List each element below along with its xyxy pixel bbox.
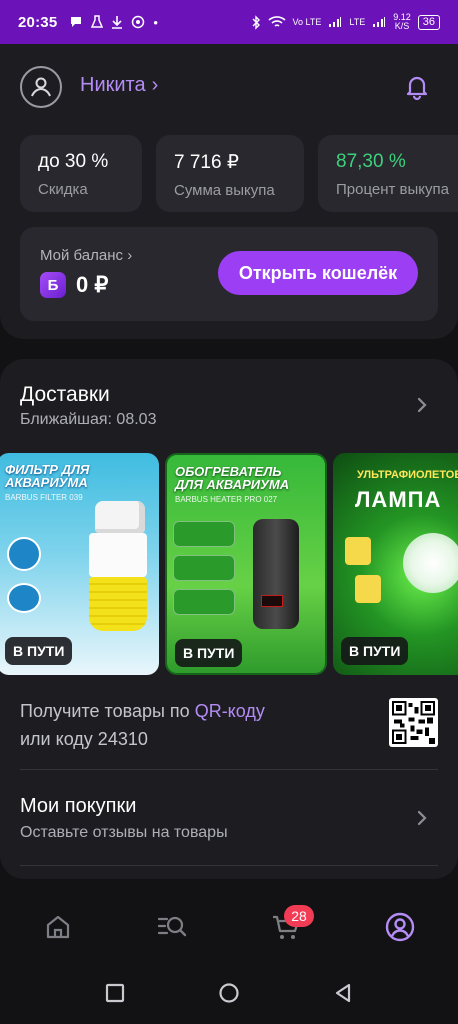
avatar[interactable] <box>20 66 62 108</box>
lamp-badge-image <box>345 537 371 565</box>
notification-icons: • <box>69 15 158 30</box>
product-subtitle: BARBUS HEATER PRO 027 <box>175 495 278 504</box>
product-title: ОБОГРЕВАТЕЛЬ ДЛЯ АКВАРИУМА <box>175 465 289 491</box>
chat-icon <box>71 17 82 27</box>
open-wallet-button[interactable]: Открыть кошелёк <box>218 251 418 295</box>
status-badge: В ПУТИ <box>175 639 243 667</box>
recents-icon[interactable] <box>104 982 126 1004</box>
stat-label: Сумма выкупа <box>174 182 275 199</box>
lte-label: LTE <box>349 16 366 27</box>
purchase-percent-stat[interactable]: 87,30 % Процент выкупа <box>318 135 458 212</box>
signal-icon <box>329 17 342 27</box>
back-icon[interactable] <box>332 982 354 1004</box>
username-link[interactable]: Никита › <box>80 74 158 97</box>
delivery-product-uv-lamp[interactable]: УЛЬТРАФИОЛЕТОВАЯ ЛАМПА В ПУТИ <box>333 453 458 675</box>
dot-icon: • <box>153 14 158 30</box>
stat-value: 7 716 ₽ <box>174 152 239 173</box>
balance-card: Мой баланс › Б 0 ₽ Открыть кошелёк <box>20 227 438 321</box>
volte-label: Vo LTE <box>292 16 322 27</box>
viber-icon <box>132 15 145 29</box>
qr-text-line2: или коду 24310 <box>20 729 148 749</box>
delivery-product-filter[interactable]: ФИЛЬТР ДЛЯ АКВАРИУМА BARBUS FILTER 039 В … <box>0 453 159 675</box>
bell-icon[interactable] <box>402 72 432 102</box>
system-icons: Vo LTE LTE 9.12 K/S 36 <box>251 13 440 31</box>
profile-icon[interactable] <box>384 911 416 943</box>
product-title: ФИЛЬТР ДЛЯ АКВАРИУМА <box>5 463 89 489</box>
product-title-line1: УЛЬТРАФИОЛЕТОВАЯ <box>357 469 458 481</box>
signal-icon-2 <box>373 17 386 27</box>
chevron-right-icon[interactable] <box>412 395 432 415</box>
home-button-icon[interactable] <box>218 982 240 1004</box>
product-title-line2: ЛАМПА <box>355 487 442 512</box>
delivery-product-heater[interactable]: ОБОГРЕВАТЕЛЬ ДЛЯ АКВАРИУМА BARBUS HEATER … <box>165 453 327 675</box>
battery-indicator: 36 <box>417 14 440 30</box>
filter-bubble-image <box>7 537 41 571</box>
username-chevron: › <box>151 74 159 96</box>
product-title-line2: ДЛЯ АКВАРИУМА <box>175 477 290 492</box>
qr-info: Получите товары по QR-коду или коду 2431… <box>20 697 265 753</box>
download-icon <box>112 16 123 29</box>
qr-code-icon <box>392 701 435 744</box>
divider <box>20 865 438 866</box>
bottom-nav: 28 <box>0 895 458 960</box>
product-title-line2: АКВАРИУМА <box>5 475 88 490</box>
balance-amount: 0 ₽ <box>76 272 109 297</box>
my-purchases-title[interactable]: Мои покупки <box>20 795 136 818</box>
qr-code-button[interactable] <box>389 698 438 747</box>
heater-spec-image <box>173 521 235 547</box>
status-badge: В ПУТИ <box>341 637 409 665</box>
heater-spec-image-3 <box>173 589 235 615</box>
qr-text-prefix: Получите товары по <box>20 701 195 721</box>
heater-image <box>253 519 299 629</box>
net-speed: 9.12 K/S <box>393 13 411 31</box>
my-purchases-subtitle: Оставьте отзывы на товары <box>20 824 228 841</box>
purchase-sum-stat[interactable]: 7 716 ₽ Сумма выкупа <box>156 135 304 212</box>
cart-badge: 28 <box>284 905 314 927</box>
filter-image <box>95 501 145 533</box>
filter-sponge-image <box>89 577 147 631</box>
deliveries-card: Доставки Ближайшая: 08.03 ФИЛЬТР ДЛЯ АКВА… <box>0 359 458 879</box>
divider <box>20 769 438 770</box>
chevron-right-icon[interactable] <box>412 808 432 828</box>
discount-stat[interactable]: до 30 % Скидка <box>20 135 142 212</box>
lamp-badge-image-2 <box>355 575 381 603</box>
bluetooth-icon <box>252 14 260 30</box>
user-icon <box>31 77 51 97</box>
flask-icon <box>91 15 104 28</box>
system-nav-bar <box>0 960 458 1024</box>
status-time: 20:35 <box>18 13 58 31</box>
balance-label[interactable]: Мой баланс › <box>40 247 132 264</box>
stat-label: Процент выкупа <box>336 181 449 198</box>
filter-bubble-image-2 <box>7 583 41 613</box>
balance-row: Б 0 ₽ <box>40 272 108 298</box>
stat-value: до 30 % <box>38 151 109 172</box>
catalog-search-icon[interactable] <box>156 911 188 943</box>
wifi-icon <box>267 16 286 27</box>
profile-card: Никита › до 30 % Скидка 7 716 ₽ Сумма вы… <box>0 44 458 339</box>
deliveries-title[interactable]: Доставки <box>20 383 110 407</box>
stat-value: 87,30 % <box>336 151 406 172</box>
wallet-logo-icon: Б <box>40 272 66 298</box>
filter-body-image <box>89 533 147 577</box>
username-text: Никита <box>80 74 146 96</box>
status-bar: 20:35 • Vo LTE LTE 9.12 K/S 36 <box>0 0 458 44</box>
product-subtitle: BARBUS FILTER 039 <box>5 493 83 502</box>
status-badge: В ПУТИ <box>5 637 73 665</box>
net-speed-unit: K/S <box>394 21 410 31</box>
lamp-image <box>403 533 458 593</box>
qr-code-link[interactable]: QR-коду <box>195 701 265 721</box>
deliveries-subtitle: Ближайшая: 08.03 <box>20 411 157 428</box>
home-icon[interactable] <box>42 911 74 943</box>
stat-label: Скидка <box>38 181 88 198</box>
heater-display-image <box>261 595 283 607</box>
heater-spec-image-2 <box>173 555 235 581</box>
